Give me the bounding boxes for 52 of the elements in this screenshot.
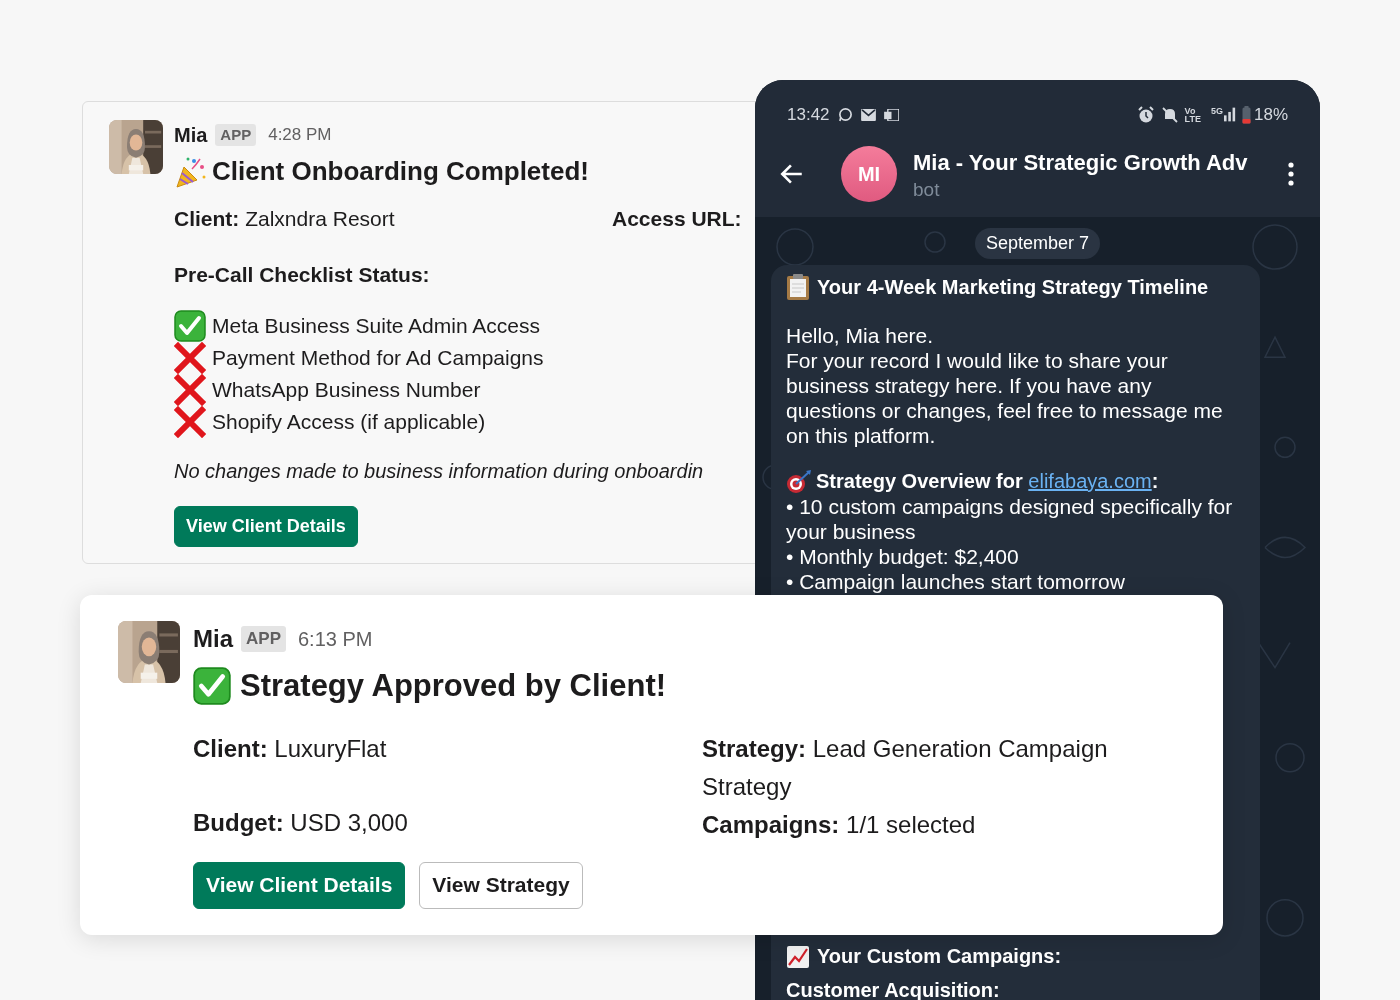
- action-button[interactable]: View Client Details: [174, 506, 358, 547]
- checklist-item: WhatsApp Business Number: [212, 377, 481, 404]
- more-menu-icon[interactable]: [1288, 161, 1294, 186]
- checklist-item: Payment Method for Ad Campaigns: [212, 345, 544, 372]
- message-text: Hello, Mia here.: [786, 323, 935, 348]
- app-badge: APP: [241, 626, 286, 652]
- field-text: Client: Zalxndra Resort: [174, 206, 396, 232]
- mail-icon: [860, 108, 876, 121]
- field-text: Strategy: Lead Generation Campaign Strategy: [702, 733, 1109, 802]
- alarm-clock-icon: [1136, 105, 1155, 124]
- app-badge: APP: [215, 123, 257, 147]
- battery-percent: 18%: [1253, 104, 1288, 126]
- clipboard-icon: [786, 273, 810, 301]
- chat-subtitle: bot: [913, 179, 941, 201]
- website-link[interactable]: elifabaya.com: [1028, 469, 1152, 492]
- bullet-text: • Monthly budget: $2,400: [786, 544, 1020, 569]
- envelope-icon: [883, 108, 899, 121]
- checklist-item: Meta Business Suite Admin Access: [212, 313, 540, 340]
- note-text: No changes made to business information during onboardin: [174, 459, 705, 484]
- action-button[interactable]: View Client Details: [193, 861, 406, 909]
- overview-heading: Strategy Overview for elifabaya.com:: [816, 468, 1159, 494]
- battery-icon: [1241, 105, 1251, 124]
- sender-name: Mia: [174, 123, 208, 148]
- target-icon: [786, 468, 812, 494]
- chart-icon: [786, 944, 810, 969]
- message-time: 4:28 PM: [268, 124, 332, 147]
- sender-name: Mia: [193, 624, 233, 654]
- bullet-text: • Campaign launches start tomorrow: [786, 569, 1126, 594]
- bullet-text: • 10 custom campaigns designed specifically for your business: [786, 494, 1234, 544]
- check-mark-icon: [193, 667, 231, 706]
- message-text: For your record I would like to share your business strategy here. If you have any questions or changes, feel free to message me on this platform.: [786, 348, 1224, 448]
- field-label: Access URL:: [612, 206, 742, 232]
- chat-bubble-icon: [837, 107, 853, 123]
- volte-label: LTE: [1184, 114, 1201, 123]
- field-text: Campaigns: 1/1 selected: [702, 809, 977, 840]
- message-heading: Your Custom Campaigns:: [817, 944, 1062, 969]
- network-label: 5G: [1210, 107, 1223, 117]
- message-title: Strategy Approved by Client!: [240, 667, 667, 705]
- signal-icon: [1223, 107, 1236, 123]
- status-time: 13:42: [787, 104, 830, 126]
- volte-label: Vo: [1184, 106, 1197, 115]
- checklist-title: Pre-Call Checklist Status:: [174, 261, 431, 288]
- chat-title: Mia - Your Strategic Growth Adv: [913, 149, 1249, 177]
- message-time: 6:13 PM: [298, 627, 373, 652]
- action-button[interactable]: View Strategy: [419, 861, 583, 909]
- message-title: Client Onboarding Completed!: [212, 155, 589, 188]
- field-text: Budget: USD 3,000: [193, 807, 409, 838]
- muted-bell-icon: [1160, 105, 1179, 124]
- field-text: Client: LuxuryFlat: [193, 733, 388, 764]
- date-pill: September 7: [974, 228, 1101, 259]
- checklist-item: Shopify Access (if applicable): [212, 409, 486, 436]
- message-heading: Your 4-Week Marketing Strategy Timeline: [817, 274, 1209, 300]
